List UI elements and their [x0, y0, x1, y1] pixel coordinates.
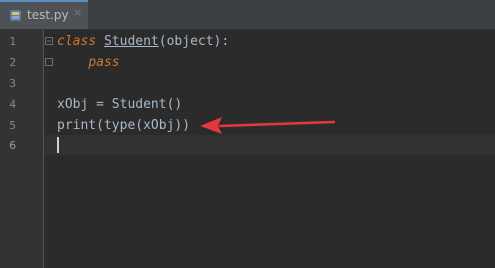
- line-number-current: 6: [9, 139, 16, 152]
- text-caret: [57, 137, 59, 153]
- close-icon[interactable]: ×: [73, 6, 82, 20]
- class-name-student: Student: [103, 34, 159, 49]
- line-number: 1: [9, 35, 16, 48]
- line-number: 4: [9, 98, 16, 111]
- python-file-icon: [10, 10, 21, 21]
- code-line-5[interactable]: print(type(xObj)): [57, 115, 190, 136]
- fold-open-icon[interactable]: [45, 37, 53, 45]
- line-number: 2: [9, 56, 16, 69]
- code-line-4[interactable]: xObj = Student(): [57, 94, 182, 115]
- fold-end-icon[interactable]: [45, 58, 53, 66]
- assignment-statement: xObj = Student(): [57, 97, 183, 112]
- line-number: 5: [9, 119, 16, 132]
- keyword-class: class: [57, 34, 97, 49]
- current-line-highlight: [0, 135, 495, 155]
- class-bases: (object):: [158, 34, 230, 49]
- print-statement: print(type(xObj)): [57, 118, 191, 133]
- gutter-divider: [43, 30, 44, 268]
- tab-filename: test.py: [27, 8, 69, 22]
- line-number: 3: [9, 77, 16, 90]
- code-line-1[interactable]: class Student(object):: [57, 31, 229, 52]
- editor-tab-bar: test.py ×: [0, 0, 495, 30]
- keyword-pass: pass: [88, 55, 120, 70]
- editor-window: test.py × 1 2 3 4 5 6 class Student(obje…: [0, 0, 495, 268]
- tab-test-py[interactable]: test.py ×: [0, 0, 88, 29]
- code-line-2[interactable]: pass: [57, 52, 120, 73]
- red-arrow-annotation: [200, 117, 336, 134]
